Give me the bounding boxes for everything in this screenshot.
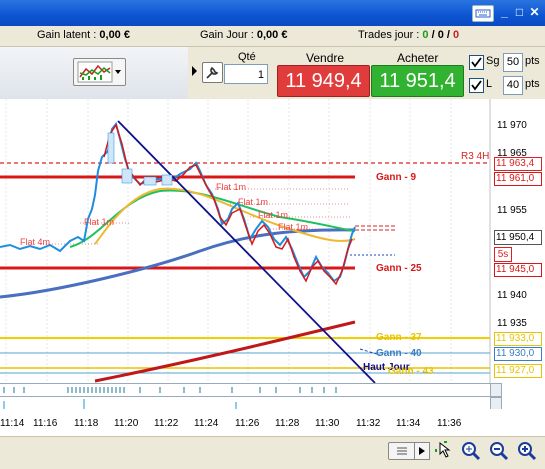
chart-canvas <box>0 99 545 384</box>
sg-input[interactable]: 50 <box>503 53 523 72</box>
annotation-gann-43: Gann - 43 <box>388 366 434 377</box>
x-tick: 11:28 <box>275 418 300 429</box>
trades-jour: Trades jour : 0 / 0 / 0 <box>358 29 460 41</box>
y-tick: 11 940 <box>497 290 527 301</box>
buy-button[interactable]: 11 951,4 <box>371 65 464 97</box>
y-tick: 11 935 <box>497 318 527 329</box>
x-tick: 11:24 <box>194 418 219 429</box>
annotation-gann-9: Gann - 9 <box>376 172 417 183</box>
y-tick: 11 955 <box>497 205 527 216</box>
annotation-flat-1m-a: Flat 1m <box>216 182 247 192</box>
timer-label: 5s <box>494 247 512 262</box>
gann-diagonal <box>117 120 376 384</box>
ma-orange <box>94 187 356 245</box>
gain-jour: Gain Jour : 0,00 € <box>200 29 288 41</box>
x-tick: 11:30 <box>315 418 340 429</box>
menu-button[interactable] <box>388 442 416 460</box>
play-button[interactable] <box>414 442 430 460</box>
x-tick: 11:18 <box>74 418 99 429</box>
price-label-gann-37: 11 933,0 <box>494 332 542 346</box>
x-tick: 11:20 <box>114 418 139 429</box>
indicator-chart-icon <box>77 61 121 83</box>
volume-strip <box>0 383 490 397</box>
wrench-icon <box>206 66 219 79</box>
wrench-button[interactable] <box>202 62 223 83</box>
price-label-gann-25: 11 945,0 <box>494 263 542 277</box>
sg-unit: pts <box>525 55 540 67</box>
sg-label: Sg <box>486 55 500 67</box>
qty-input[interactable]: 1 <box>224 64 268 84</box>
l-checkbox[interactable] <box>469 78 484 93</box>
x-tick: 11:22 <box>154 418 179 429</box>
x-tick: 11:26 <box>235 418 260 429</box>
price-label-last: 11 950,4 <box>494 230 542 245</box>
l-label: L <box>486 78 493 90</box>
price-label-gann-40: 11 930,0 <box>494 347 542 361</box>
ma-blue <box>0 228 356 299</box>
zoom-fit-icon <box>462 442 481 461</box>
cursor-button[interactable] <box>434 440 454 460</box>
gain-latent: Gain latent : 0,00 € <box>37 29 130 41</box>
keyboard-icon[interactable] <box>472 5 494 22</box>
price-label-r3: 11 963,4 <box>494 157 542 171</box>
y-tick: 11 970 <box>497 120 527 131</box>
indicator-button[interactable] <box>73 58 126 86</box>
sell-label: Vendre <box>306 51 345 65</box>
annotation-flat-1m-c: Flat 1m <box>258 210 289 220</box>
qty-label: Qté <box>238 51 256 63</box>
buy-label: Acheter <box>397 51 439 65</box>
cursor-icon <box>435 441 451 458</box>
annotation-gann-40: Gann - 40 <box>376 348 422 359</box>
sell-button[interactable]: 11 949,4 <box>277 65 370 97</box>
annotation-r3: R3 4H <box>461 151 490 162</box>
zoom-in-button[interactable] <box>516 440 538 462</box>
price-label-haut-jour: 11 927,0 <box>494 364 542 378</box>
x-tick: 11:16 <box>33 418 58 429</box>
annotation-gann-37: Gann - 37 <box>376 332 422 343</box>
sg-checkbox[interactable] <box>469 55 484 70</box>
annotation-flat-1m-b: Flat 1m <box>238 197 269 207</box>
zoom-in-icon <box>518 442 537 461</box>
price-chart[interactable]: R3 4H Gann - 9 Gann - 25 Gann - 37 Gann … <box>0 99 545 384</box>
annotation-flat-4m: Flat 4m <box>20 237 51 247</box>
minimize-button[interactable]: _ <box>497 5 512 20</box>
maximize-button[interactable]: □ <box>512 5 527 20</box>
ma-red <box>94 320 356 383</box>
annotation-flat-1m-e: Flat 1m <box>84 217 115 227</box>
l-input[interactable]: 40 <box>503 76 523 95</box>
zoom-out-button[interactable] <box>488 440 510 462</box>
list-icon <box>397 447 407 455</box>
zoom-fit-button[interactable] <box>460 440 482 462</box>
x-tick: 11:34 <box>396 418 421 429</box>
annotation-flat-1m-d: Flat 1m <box>278 222 309 232</box>
x-tick: 11:14 <box>0 418 25 429</box>
x-tick: 11:32 <box>356 418 381 429</box>
collapse-arrow-icon[interactable] <box>190 58 198 84</box>
price-label-gann-9: 11 961,0 <box>494 172 542 186</box>
close-button[interactable]: ✕ <box>527 5 542 20</box>
zoom-out-icon <box>490 442 509 461</box>
title-bar <box>0 0 545 26</box>
play-icon <box>419 447 425 455</box>
volume-strip-right <box>490 383 502 397</box>
x-tick: 11:36 <box>437 418 462 429</box>
annotation-gann-25: Gann - 25 <box>376 263 422 274</box>
l-unit: pts <box>525 78 540 90</box>
